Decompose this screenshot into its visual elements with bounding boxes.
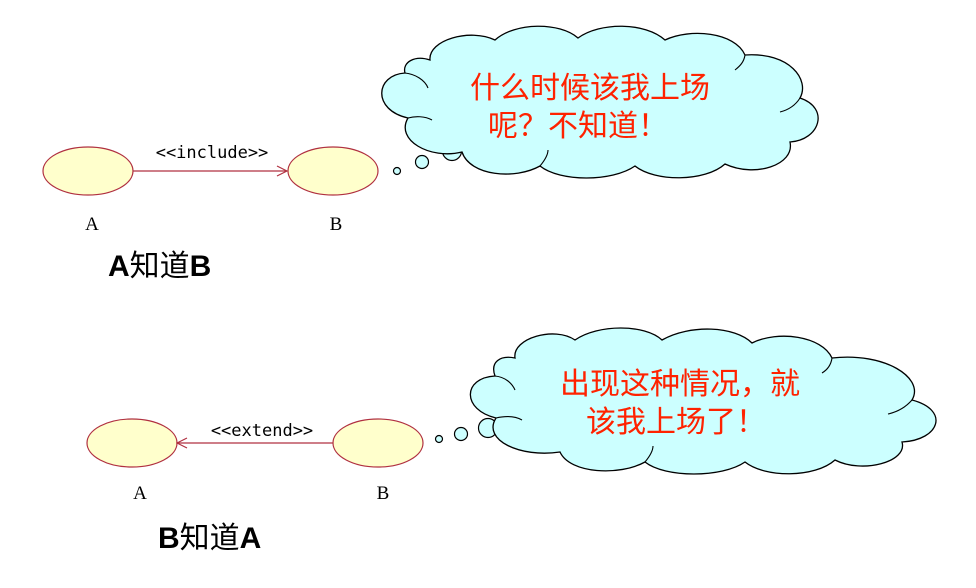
caption-a2: A bbox=[240, 522, 262, 555]
use-case-b-bottom-label: B bbox=[377, 483, 390, 504]
extend-caption: B知道A bbox=[158, 522, 261, 555]
cloud-top-line2: 呢？不知道！ bbox=[488, 110, 668, 143]
thought-dot-small-2 bbox=[434, 434, 444, 444]
thought-dot-small bbox=[392, 166, 402, 176]
include-stereotype: <<include>> bbox=[156, 143, 269, 163]
thought-dot-medium-2 bbox=[453, 426, 469, 442]
thought-cloud-bottom bbox=[469, 327, 937, 475]
use-case-b-bottom[interactable] bbox=[332, 418, 424, 468]
diagram-svg: <<include>> A B A知道B 什么时候该我上场 呢？不知道！ <<e… bbox=[42, 25, 937, 555]
caption-knows2: 知道 bbox=[180, 522, 240, 555]
use-case-b-top-label: B bbox=[330, 214, 343, 235]
use-case-a-bottom[interactable] bbox=[86, 418, 178, 468]
caption-knows: 知道 bbox=[130, 250, 190, 283]
use-case-a-bottom-label: A bbox=[133, 483, 147, 504]
diagram-canvas: <<include>> A B A知道B 什么时候该我上场 呢？不知道！ <<e… bbox=[0, 0, 976, 588]
thought-dot-medium bbox=[414, 154, 430, 170]
use-case-a-top-label: A bbox=[85, 214, 99, 235]
extend-stereotype: <<extend>> bbox=[211, 421, 313, 441]
include-caption: A知道B bbox=[108, 250, 211, 283]
use-case-a-top[interactable] bbox=[42, 146, 134, 196]
caption-a: A bbox=[108, 250, 130, 283]
caption-b: B bbox=[190, 250, 212, 283]
use-case-b-top[interactable] bbox=[287, 146, 379, 196]
cloud-bottom-line2: 该我上场了！ bbox=[586, 406, 766, 439]
cloud-bottom-line1: 出现这种情况，就 bbox=[560, 368, 800, 401]
cloud-top-line1: 什么时候该我上场 bbox=[470, 72, 710, 105]
include-section: <<include>> A B A知道B 什么时候该我上场 呢？不知道！ bbox=[42, 25, 819, 283]
extend-section: <<extend>> A B B知道A 出现这种情况，就 该我上场了！ bbox=[86, 327, 937, 555]
caption-b2: B bbox=[158, 522, 180, 555]
